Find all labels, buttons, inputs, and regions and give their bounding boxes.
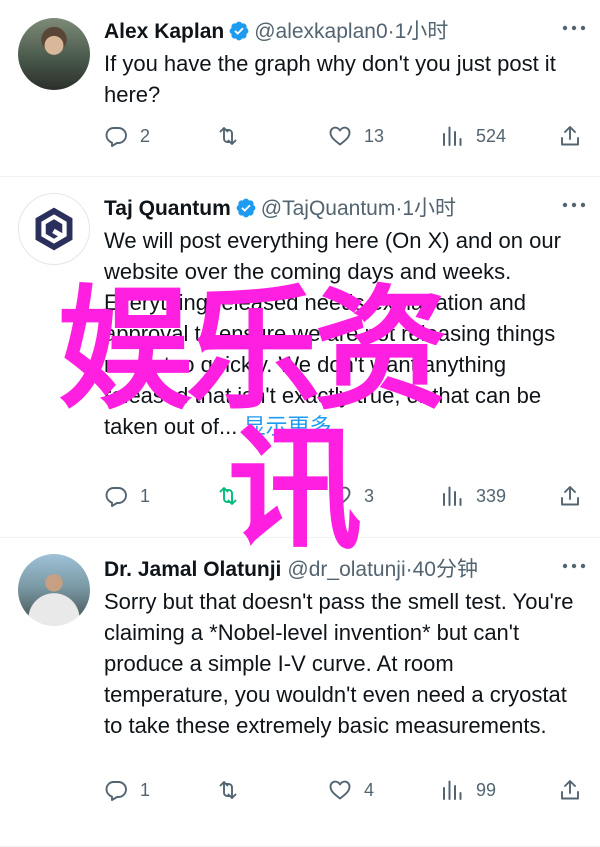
reply-count: 1	[140, 485, 151, 506]
tweet-actions: 2 13 524	[104, 121, 584, 151]
share-button[interactable]	[558, 775, 582, 805]
tweet[interactable]: Dr. Jamal Olatunji @dr_olatunji·40分钟 Sorr…	[0, 538, 600, 847]
tweet-actions: 1 4 99	[104, 775, 584, 805]
reply-count: 2	[140, 125, 151, 146]
retweet-count: 1	[252, 485, 263, 506]
views-icon	[443, 780, 462, 800]
tweet-actions: 1 1 3 339	[104, 481, 584, 511]
views-button[interactable]: 339	[440, 481, 506, 511]
like-count: 4	[364, 779, 375, 800]
like-button[interactable]: 3	[328, 481, 374, 511]
avatar[interactable]	[18, 18, 90, 90]
tweet-header: Dr. Jamal Olatunji @dr_olatunji·40分钟	[104, 554, 478, 586]
share-button[interactable]	[558, 121, 582, 151]
retweet-icon	[219, 487, 237, 505]
views-button[interactable]: 524	[440, 121, 506, 151]
views-count: 524	[476, 125, 507, 146]
reply-icon	[105, 781, 127, 801]
author-name[interactable]: Taj Quantum	[104, 197, 231, 220]
tweet-text: We will post everything here (On X) and …	[104, 225, 579, 442]
share-icon	[561, 780, 579, 800]
avatar[interactable]	[18, 554, 90, 626]
tweet-header: Taj Quantum @TajQuantum·1小时	[104, 193, 456, 225]
reply-button[interactable]: 1	[104, 481, 150, 511]
reply-icon	[105, 127, 127, 147]
retweet-icon	[219, 781, 237, 799]
reply-button[interactable]: 1	[104, 775, 150, 805]
like-button[interactable]: 4	[328, 775, 374, 805]
views-button[interactable]: 99	[440, 775, 496, 805]
views-count: 99	[476, 779, 497, 800]
share-icon	[561, 126, 579, 146]
tweet-body: We will post everything here (On X) and …	[104, 228, 561, 439]
reply-icon	[105, 487, 127, 507]
share-button[interactable]	[558, 481, 582, 511]
more-icon[interactable]	[562, 562, 586, 570]
author-handle[interactable]: @dr_olatunji	[287, 558, 405, 581]
views-icon	[443, 486, 462, 506]
reply-count: 1	[140, 779, 151, 800]
tweet[interactable]: Alex Kaplan @alexkaplan0·1小时 If you have …	[0, 0, 600, 176]
show-more-link[interactable]: 显示更多	[243, 414, 331, 439]
tweet-text: Sorry but that doesn't pass the smell te…	[104, 589, 574, 738]
like-count: 3	[364, 485, 375, 506]
retweet-button[interactable]: 1	[216, 481, 262, 511]
tweet-time[interactable]: ·1小时	[388, 20, 449, 43]
retweet-button[interactable]	[216, 121, 252, 151]
author-name[interactable]: Dr. Jamal Olatunji	[104, 558, 281, 581]
more-icon[interactable]	[562, 201, 586, 209]
views-count: 339	[476, 485, 507, 506]
like-button[interactable]: 13	[328, 121, 384, 151]
tweet-header: Alex Kaplan @alexkaplan0·1小时	[104, 16, 448, 48]
reply-button[interactable]: 2	[104, 121, 150, 151]
tweet-time[interactable]: ·40分钟	[406, 558, 478, 581]
author-handle[interactable]: @alexkaplan0	[254, 20, 387, 43]
tweet-text: If you have the graph why don't you just…	[104, 51, 556, 107]
views-icon	[443, 126, 462, 146]
author-name[interactable]: Alex Kaplan	[104, 20, 224, 43]
author-handle[interactable]: @TajQuantum	[261, 197, 396, 220]
more-icon[interactable]	[562, 24, 586, 32]
like-icon	[329, 780, 351, 800]
taj-quantum-logo-icon	[35, 207, 73, 251]
like-icon	[329, 486, 351, 506]
retweet-button[interactable]	[216, 775, 252, 805]
verified-badge-icon	[236, 198, 256, 218]
tweet-time[interactable]: ·1小时	[395, 197, 456, 220]
retweet-icon	[219, 127, 237, 145]
like-icon	[329, 126, 351, 146]
verified-badge-icon	[229, 21, 249, 41]
like-count: 13	[364, 125, 385, 146]
avatar[interactable]	[18, 193, 90, 265]
tweet[interactable]: Taj Quantum @TajQuantum·1小时 We will post …	[0, 177, 600, 537]
share-icon	[561, 486, 579, 506]
